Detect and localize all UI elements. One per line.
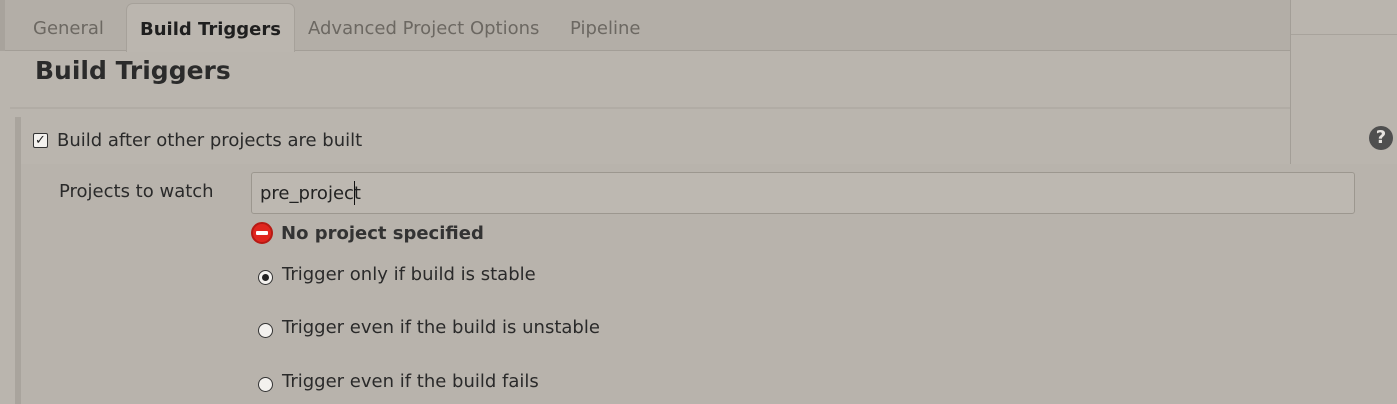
- tab-pipeline[interactable]: Pipeline: [570, 0, 640, 51]
- radio-label-fails[interactable]: Trigger even if the build fails: [282, 371, 539, 392]
- text-caret: [354, 181, 355, 205]
- section-title: Build Triggers: [35, 56, 231, 85]
- error-stop-icon: [251, 222, 273, 244]
- section-divider: [10, 107, 1290, 109]
- validation-error: No project specified: [251, 221, 484, 245]
- build-after-other-projects-row[interactable]: ✓ Build after other projects are built: [33, 128, 362, 152]
- help-icon[interactable]: ?: [1369, 126, 1393, 150]
- tab-advanced-project-options[interactable]: Advanced Project Options: [308, 0, 539, 51]
- radio-button-unstable[interactable]: [258, 322, 273, 338]
- side-panel-rule: [1291, 34, 1397, 35]
- projects-to-watch-label: Projects to watch: [59, 181, 214, 202]
- validation-error-message: No project specified: [281, 222, 484, 244]
- radio-label-stable[interactable]: Trigger only if build is stable: [282, 264, 536, 285]
- build-after-other-projects-label[interactable]: Build after other projects are built: [57, 130, 362, 151]
- radio-button-stable[interactable]: [258, 269, 273, 285]
- radio-option-fails[interactable]: Trigger even if the build fails: [258, 369, 539, 393]
- build-after-other-projects-checkbox[interactable]: ✓: [33, 132, 48, 148]
- radio-label-unstable[interactable]: Trigger even if the build is unstable: [282, 317, 600, 338]
- job-config-page: General Build Triggers Advanced Project …: [0, 0, 1397, 404]
- projects-to-watch-input[interactable]: [251, 172, 1355, 214]
- nested-block-bar: [15, 117, 21, 404]
- tab-build-triggers[interactable]: Build Triggers: [126, 3, 295, 52]
- tab-bar-edge: [0, 0, 5, 51]
- tab-general[interactable]: General: [33, 0, 104, 51]
- config-tab-bar: General Build Triggers Advanced Project …: [0, 0, 1291, 52]
- radio-option-stable[interactable]: Trigger only if build is stable: [258, 262, 536, 286]
- radio-option-unstable[interactable]: Trigger even if the build is unstable: [258, 315, 600, 339]
- radio-button-fails[interactable]: [258, 376, 273, 392]
